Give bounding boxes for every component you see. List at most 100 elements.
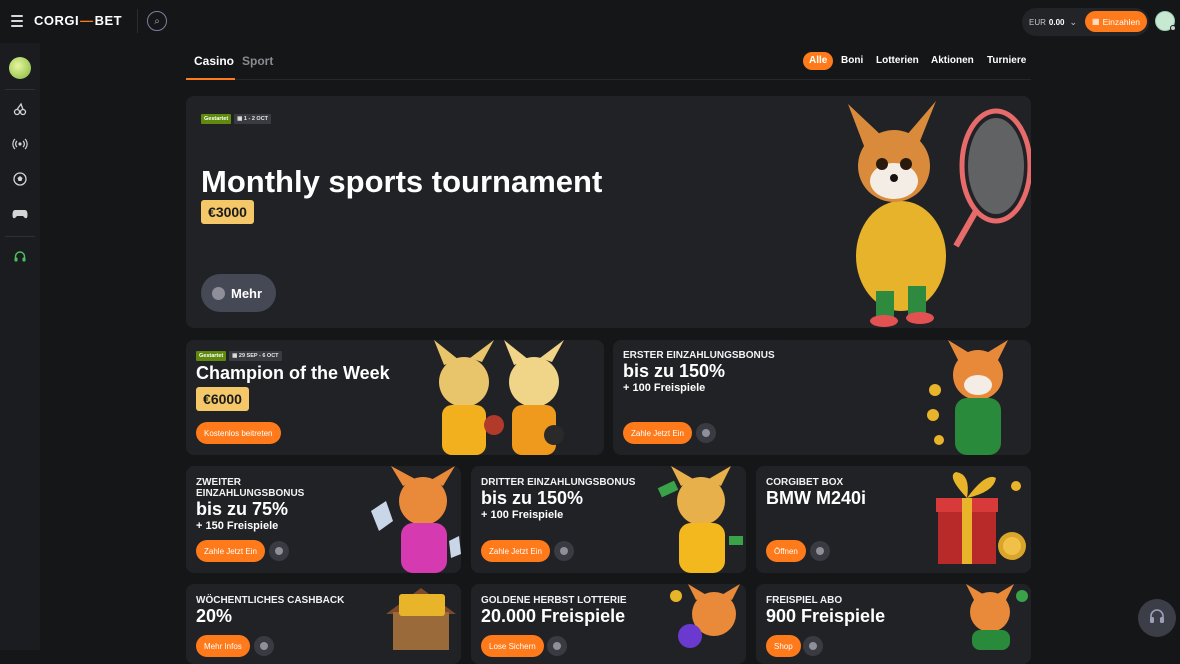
gamepad-icon[interactable] <box>0 203 40 225</box>
shop-button[interactable]: Shop <box>766 635 801 657</box>
bonus-sub: + 150 Freispiele <box>196 520 279 532</box>
deposit-label: Einzahlen <box>1102 16 1140 27</box>
hamburger-icon[interactable] <box>11 15 23 27</box>
cashback-house-illustration <box>386 588 456 650</box>
cashback-card[interactable]: WÖCHENTLICHES CASHBACK 20% Mehr Infos <box>186 584 461 664</box>
freespin-label: FREISPIEL ABO <box>766 595 843 606</box>
date-badge: ▦ 29 SEP - 6 OCT <box>229 351 282 361</box>
gift-box-illustration <box>936 472 1026 564</box>
info-icon <box>816 547 824 555</box>
hero-tournament-card[interactable]: Gestartet ▦ 1 - 2 OCT Monthly sports tou… <box>186 96 1031 328</box>
logo-bone: — <box>80 13 94 28</box>
info-button[interactable] <box>803 636 823 656</box>
corgi-boxers-illustration <box>434 340 564 455</box>
filter-all[interactable]: Alle <box>803 52 834 70</box>
lottery-label: GOLDENE HERBST LOTTERIE <box>481 595 627 606</box>
box-title: BMW M240i <box>766 488 867 508</box>
status-dot <box>1170 25 1176 31</box>
more-info-button[interactable]: Mehr Infos <box>196 635 250 657</box>
corgi-tennis-illustration <box>848 101 1031 327</box>
info-button[interactable] <box>547 636 567 656</box>
corgi-diamond-illustration <box>371 466 461 573</box>
bonus-title: bis zu 150% <box>623 361 726 381</box>
champion-card[interactable]: Gestartet ▦ 29 SEP - 6 OCT Champion of t… <box>186 340 604 455</box>
more-label: Mehr <box>231 285 263 301</box>
champion-badges: Gestartet ▦ 29 SEP - 6 OCT <box>196 351 282 361</box>
info-icon <box>260 642 268 650</box>
corgibet-box-card[interactable]: CORGIBET BOX BMW M240i Öffnen <box>756 466 1031 573</box>
status-badge: Gestartet <box>201 114 232 124</box>
filter-tournaments[interactable]: Turniere <box>981 52 1032 70</box>
divider <box>137 9 138 33</box>
info-icon <box>560 547 568 555</box>
bonus-title: bis zu 75% <box>196 499 289 519</box>
top-bar: CORGI — BET ⌕ EUR 0.00 ⌄ ▦ Einzahlen <box>0 0 1180 43</box>
sidenav-divider <box>5 236 35 237</box>
first-deposit-bonus-card[interactable]: ERSTER EINZAHLUNGSBONUS bis zu 150% + 10… <box>613 340 1031 455</box>
tab-sport[interactable]: Sport <box>242 54 273 68</box>
filter-lotteries[interactable]: Lotterien <box>870 52 925 70</box>
deposit-now-button[interactable]: Zahle Jetzt Ein <box>481 540 550 562</box>
lottery-card[interactable]: GOLDENE HERBST LOTTERIE 20.000 Freispiel… <box>471 584 746 664</box>
info-button[interactable] <box>269 541 289 561</box>
cashback-label: WÖCHENTLICHES CASHBACK <box>196 595 345 606</box>
date-badge: ▦ 1 - 2 OCT <box>234 114 272 124</box>
box-label: CORGIBET BOX <box>766 477 844 488</box>
third-deposit-bonus-card[interactable]: DRITTER EINZAHLUNGSBONUS bis zu 150% + 1… <box>471 466 746 573</box>
wallet-icon: ▦ <box>1092 17 1100 26</box>
bonus-sub: + 100 Freispiele <box>481 509 564 521</box>
balance-value: 0.00 <box>1048 17 1065 27</box>
corgi-freespin-illustration <box>966 584 1028 650</box>
second-deposit-bonus-card[interactable]: ZWEITER EINZAHLUNGSBONUS bis zu 75% + 15… <box>186 466 461 573</box>
live-broadcast-icon[interactable] <box>0 133 40 155</box>
more-button[interactable]: Mehr <box>201 274 276 312</box>
champion-prize: €6000 <box>196 387 249 411</box>
bonus-title: bis zu 150% <box>481 488 584 508</box>
deposit-now-button[interactable]: Zahle Jetzt Ein <box>623 422 692 444</box>
promo-icon[interactable] <box>0 55 40 81</box>
logo-text-right: BET <box>94 13 123 28</box>
corgi-cards-illustration <box>927 340 1008 455</box>
info-icon <box>702 429 710 437</box>
info-icon <box>212 286 225 300</box>
headset-icon <box>1150 609 1164 623</box>
bonus-label: DRITTER EINZAHLUNGSBONUS <box>481 477 636 488</box>
deposit-button[interactable]: ▦ Einzahlen <box>1085 11 1147 32</box>
logo[interactable]: CORGI — BET <box>34 13 122 28</box>
info-icon <box>553 642 561 650</box>
info-button[interactable] <box>696 423 716 443</box>
info-icon <box>809 642 817 650</box>
tab-casino[interactable]: Casino <box>194 54 234 68</box>
filter-promotions[interactable]: Aktionen <box>925 52 980 70</box>
search-icon[interactable]: ⌕ <box>147 11 167 31</box>
cherries-icon[interactable] <box>0 98 40 120</box>
filter-bonus[interactable]: Boni <box>835 52 869 70</box>
deposit-now-button[interactable]: Zahle Jetzt Ein <box>196 540 265 562</box>
bonus-label-line1: ZWEITER <box>196 477 241 488</box>
headset-icon[interactable] <box>0 246 40 268</box>
info-button[interactable] <box>254 636 274 656</box>
lottery-title: 20.000 Freispiele <box>481 606 626 626</box>
corgi-lottery-illustration <box>670 584 740 648</box>
info-button[interactable] <box>810 541 830 561</box>
bonus-sub: + 100 Freispiele <box>623 382 706 394</box>
hero-badges: Gestartet ▦ 1 - 2 OCT <box>201 114 272 124</box>
secure-tickets-button[interactable]: Lose Sichern <box>481 635 544 657</box>
open-button[interactable]: Öffnen <box>766 540 806 562</box>
champion-title: Champion of the Week <box>196 363 390 383</box>
currency-label: EUR <box>1029 17 1046 27</box>
info-button[interactable] <box>554 541 574 561</box>
active-tab-indicator <box>186 78 235 80</box>
join-free-button[interactable]: Kostenlos beitreten <box>196 422 281 444</box>
bonus-label: ERSTER EINZAHLUNGSBONUS <box>623 350 775 361</box>
corgi-money-illustration <box>657 466 743 573</box>
sidenav-divider <box>5 89 35 90</box>
support-chat-button[interactable] <box>1138 599 1176 637</box>
avatar[interactable] <box>1155 11 1176 31</box>
cashback-title: 20% <box>196 606 233 626</box>
football-icon[interactable] <box>0 168 40 190</box>
chevron-down-icon: ⌄ <box>1069 16 1078 27</box>
side-nav <box>0 43 40 650</box>
freespin-subscription-card[interactable]: FREISPIEL ABO 900 Freispiele Shop <box>756 584 1031 664</box>
freespin-title: 900 Freispiele <box>766 606 886 626</box>
